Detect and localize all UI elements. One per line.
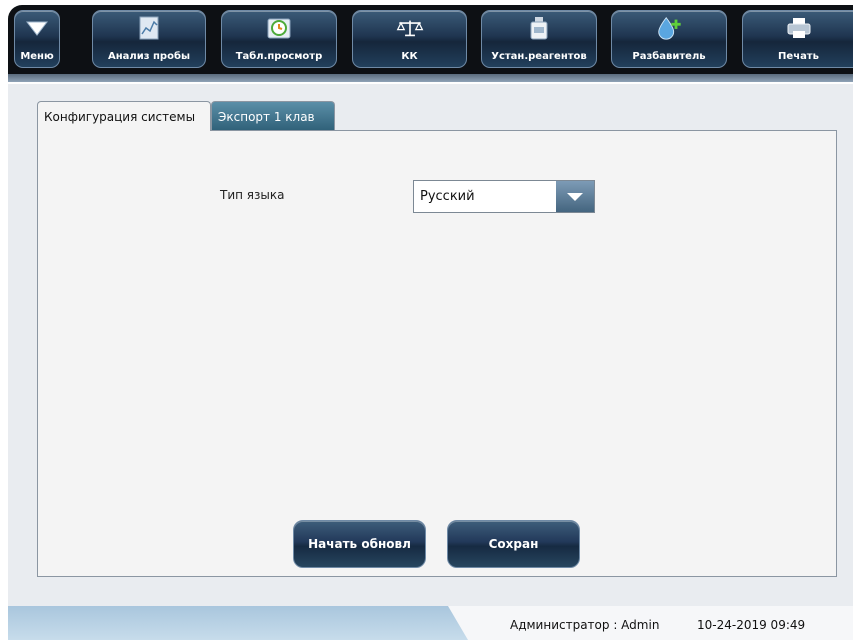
reagent-bottle-icon [525, 15, 553, 41]
diluent-button[interactable]: Разбавитель [611, 10, 727, 68]
tab-export-key[interactable]: Экспорт 1 клав [211, 101, 335, 131]
sample-analysis-button[interactable]: Анализ пробы [92, 10, 206, 68]
language-select[interactable]: Русский [413, 180, 595, 213]
diluent-label: Разбавитель [632, 51, 706, 62]
table-review-button[interactable]: Табл.просмотр [221, 10, 337, 68]
reagent-setup-button[interactable]: Устан.реагентов [481, 10, 597, 68]
droplet-plus-icon [655, 15, 683, 41]
reagent-setup-label: Устан.реагентов [491, 51, 587, 62]
save-button[interactable]: Сохран [447, 520, 580, 568]
sample-chart-icon [135, 15, 163, 41]
chevron-down-icon[interactable] [556, 181, 594, 212]
toolbar-divider [8, 74, 853, 82]
print-label: Печать [778, 51, 819, 62]
menu-button[interactable]: Меню [14, 10, 60, 68]
print-button[interactable]: Печать [742, 10, 853, 68]
clock-table-icon [265, 15, 293, 41]
scale-icon [396, 15, 424, 41]
language-type-label: Тип языка [220, 188, 285, 202]
start-update-button[interactable]: Начать обновл [293, 520, 426, 568]
tab-system-config[interactable]: Конфигурация системы [37, 101, 211, 131]
qc-button[interactable]: КК [352, 10, 467, 68]
user-status: Администратор : Admin [510, 618, 660, 632]
menu-triangle-icon [23, 15, 51, 41]
qc-label: КК [401, 51, 418, 62]
language-select-value: Русский [420, 189, 475, 204]
printer-icon [785, 15, 813, 41]
table-review-label: Табл.просмотр [235, 51, 323, 62]
datetime-status: 10-24-2019 09:49 [697, 618, 806, 632]
menu-button-label: Меню [20, 51, 54, 62]
sample-analysis-label: Анализ пробы [108, 51, 190, 62]
status-accent [8, 606, 468, 640]
